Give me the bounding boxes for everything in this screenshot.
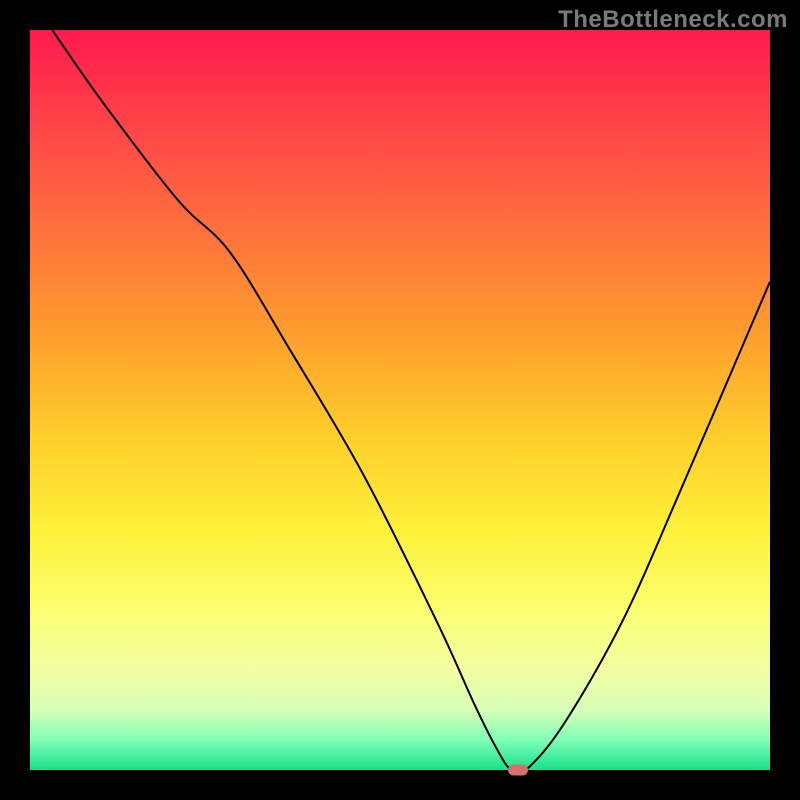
optimum-marker xyxy=(508,765,528,776)
curve-svg xyxy=(30,30,770,770)
chart-container: TheBottleneck.com xyxy=(0,0,800,800)
bottleneck-curve xyxy=(52,30,770,774)
plot-area xyxy=(30,30,770,770)
